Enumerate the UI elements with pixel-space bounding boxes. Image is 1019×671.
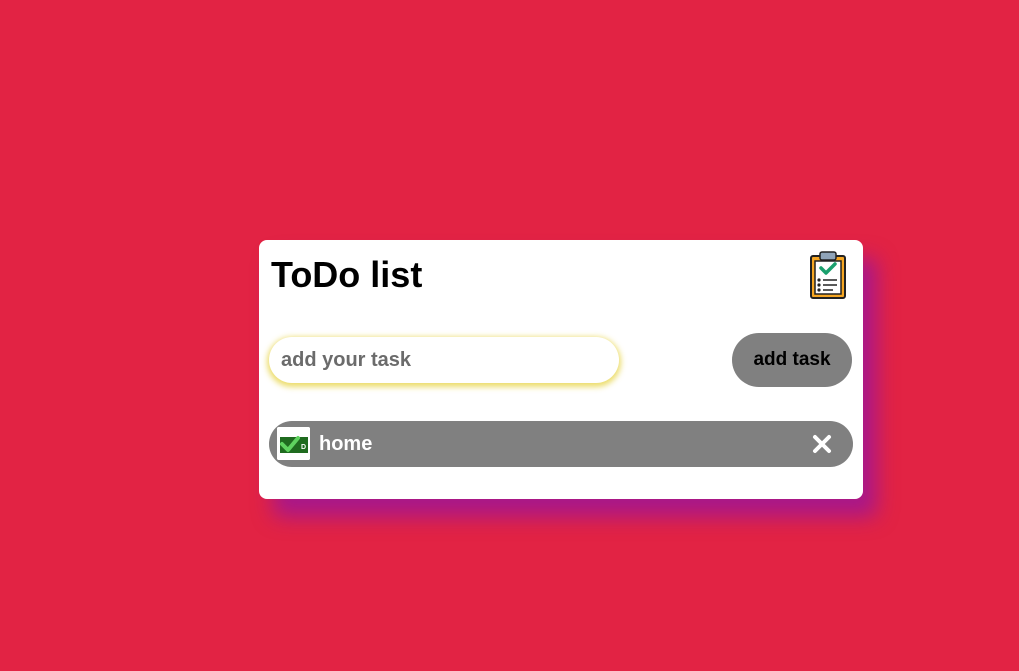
- add-task-button[interactable]: add task: [732, 333, 852, 387]
- task-item[interactable]: D home: [269, 421, 853, 467]
- close-icon[interactable]: [811, 433, 833, 455]
- task-input[interactable]: [269, 337, 619, 383]
- page-title: ToDo list: [271, 254, 423, 295]
- task-label: home: [319, 433, 373, 455]
- svg-text:D: D: [301, 444, 306, 451]
- todo-card: ToDo list add task D home: [259, 240, 863, 499]
- clipboard-check-icon: [807, 250, 849, 302]
- check-icon[interactable]: D: [277, 427, 310, 460]
